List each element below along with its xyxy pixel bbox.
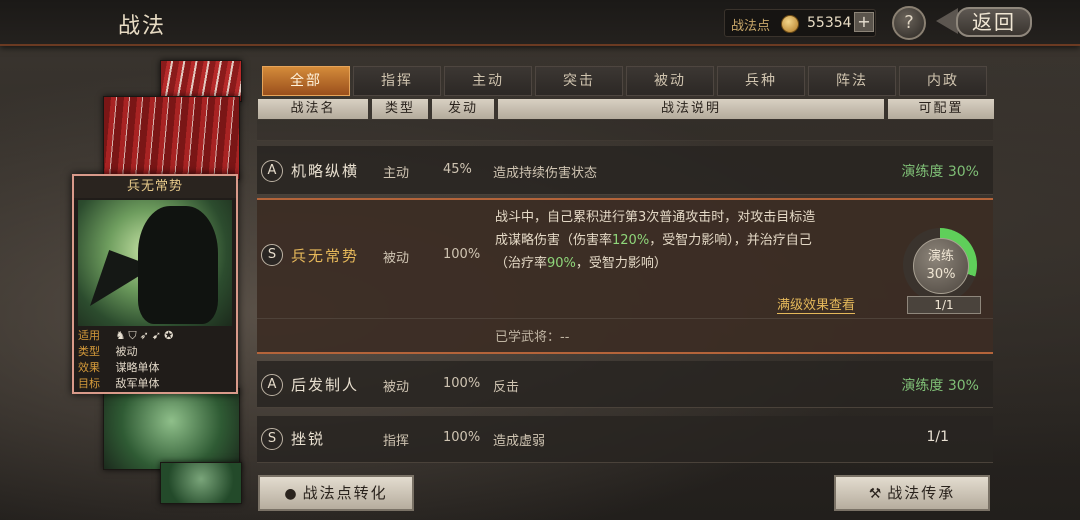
card-thumbnail[interactable]	[103, 388, 240, 470]
training-count: 1/1	[907, 296, 981, 314]
inherit-tactic-button[interactable]: ⚒ 战法传承	[834, 475, 990, 511]
selected-tactic-card[interactable]: 兵无常势 适用 ♞⛉➶➹✪ 类型 被动 效果 谋略单体 目标 敌军单体	[72, 174, 238, 394]
grade-badge: A	[261, 374, 283, 396]
tactic-list[interactable]: A 机略纵横 主动 45% 造成持续伤害状态 演练度 30% S 兵无常势 被动…	[257, 120, 993, 465]
spear-icon: ➹	[151, 329, 165, 342]
points-label: 战法点	[731, 19, 771, 34]
tactic-rate: 100%	[443, 376, 481, 391]
card-title: 兵无常势	[74, 176, 236, 198]
tactic-name: 机略纵横	[291, 162, 360, 180]
tab-internal[interactable]: 内政	[899, 66, 987, 96]
tactic-type: 主动	[383, 166, 410, 181]
training-button[interactable]: 演练 30%	[913, 238, 969, 294]
learned-generals: 已学武将：--	[495, 330, 570, 345]
siege-icon: ✪	[164, 329, 177, 342]
tactic-config: 演练度 30%	[901, 164, 979, 180]
cavalry-icon: ♞	[115, 329, 129, 342]
tactic-config: 1/1	[926, 429, 949, 445]
max-level-effect-link[interactable]: 满级效果查看	[777, 294, 856, 314]
tactic-name: 兵无常势	[291, 247, 360, 265]
back-button[interactable]: 返回	[936, 6, 1032, 37]
tactic-config: 演练度 30%	[901, 378, 979, 394]
tab-passive[interactable]: 被动	[626, 66, 714, 96]
tab-active[interactable]: 主动	[444, 66, 532, 96]
unit-type-icons: ♞⛉➶➹✪	[116, 328, 177, 344]
add-points-button[interactable]: +	[854, 12, 874, 32]
card-info-row: 类型 被动	[78, 345, 138, 358]
convert-points-button[interactable]: ● 战法点转化	[258, 475, 414, 511]
list-item[interactable]: S 挫锐 指挥 100% 造成虚弱 1/1	[257, 416, 993, 463]
tactic-type: 被动	[383, 251, 410, 266]
card-info-row: 目标 敌军单体	[78, 377, 160, 390]
tactic-rate: 100%	[443, 430, 481, 445]
shield-icon: ⛉	[128, 329, 140, 342]
tab-assault[interactable]: 突击	[535, 66, 623, 96]
column-header-desc: 战法说明	[498, 99, 884, 119]
divider	[257, 318, 993, 319]
training-progress-ring[interactable]: 演练 30%	[903, 228, 977, 302]
tactic-type: 被动	[383, 380, 410, 395]
tab-command[interactable]: 指挥	[353, 66, 441, 96]
coin-icon	[781, 15, 799, 33]
card-info-row: 效果 谋略单体	[78, 361, 160, 374]
card-info: 适用 ♞⛉➶➹✪ 类型 被动 效果 谋略单体 目标 敌军单体	[78, 328, 232, 392]
grade-badge: S	[261, 244, 283, 266]
tab-troop[interactable]: 兵种	[717, 66, 805, 96]
tab-all[interactable]: 全部	[262, 66, 350, 96]
column-header-name[interactable]: 战法名	[258, 99, 368, 119]
expanded-list-item[interactable]: S 兵无常势 被动 100% 战斗中，自己累积进行第3次普通攻击时，对攻击目标造…	[257, 198, 993, 354]
bow-icon: ➶	[139, 329, 152, 342]
grade-badge: S	[261, 428, 283, 450]
tactic-desc: 造成持续伤害状态	[493, 166, 598, 181]
tactic-desc: 反击	[493, 380, 520, 395]
list-item[interactable]	[257, 120, 993, 141]
card-thumbnail[interactable]	[160, 462, 242, 504]
list-item[interactable]: A 后发制人 被动 100% 反击 演练度 30%	[257, 361, 993, 408]
hammer-icon: ⚒	[868, 486, 884, 502]
card-illustration	[78, 200, 232, 326]
help-button[interactable]: ?	[892, 6, 926, 40]
tactic-desc: 造成虚弱	[493, 434, 546, 449]
list-item[interactable]: A 机略纵横 主动 45% 造成持续伤害状态 演练度 30%	[257, 146, 993, 195]
tactic-rate: 45%	[443, 162, 472, 177]
grade-badge: A	[261, 160, 283, 182]
tactic-type: 指挥	[383, 434, 410, 449]
back-label: 返回	[956, 7, 1032, 37]
category-tabs: 全部 指挥 主动 突击 被动 兵种 阵法 内政	[262, 66, 992, 96]
tactic-name: 后发制人	[291, 376, 360, 394]
tab-formation[interactable]: 阵法	[808, 66, 896, 96]
tactic-full-description: 战斗中，自己累积进行第3次普通攻击时，对攻击目标造 成谋略伤害（伤害率120%，…	[495, 210, 816, 271]
top-bar: 战法 战法点 55354 + ? 返回	[0, 0, 1080, 46]
column-header-config[interactable]: 可配置	[888, 99, 994, 119]
column-header-type[interactable]: 类型	[372, 99, 428, 119]
column-header-rate[interactable]: 发动	[432, 99, 494, 119]
drop-icon: ●	[284, 486, 299, 502]
card-thumbnail[interactable]	[103, 96, 240, 180]
page-title: 战法	[118, 14, 167, 39]
points-value: 55354	[807, 15, 852, 31]
tactic-rate: 100%	[443, 247, 481, 262]
general-silhouette	[138, 206, 218, 324]
arrow-left-icon	[936, 8, 958, 34]
card-info-row: 适用 ♞⛉➶➹✪	[78, 328, 177, 344]
tactic-name: 挫锐	[291, 430, 326, 448]
